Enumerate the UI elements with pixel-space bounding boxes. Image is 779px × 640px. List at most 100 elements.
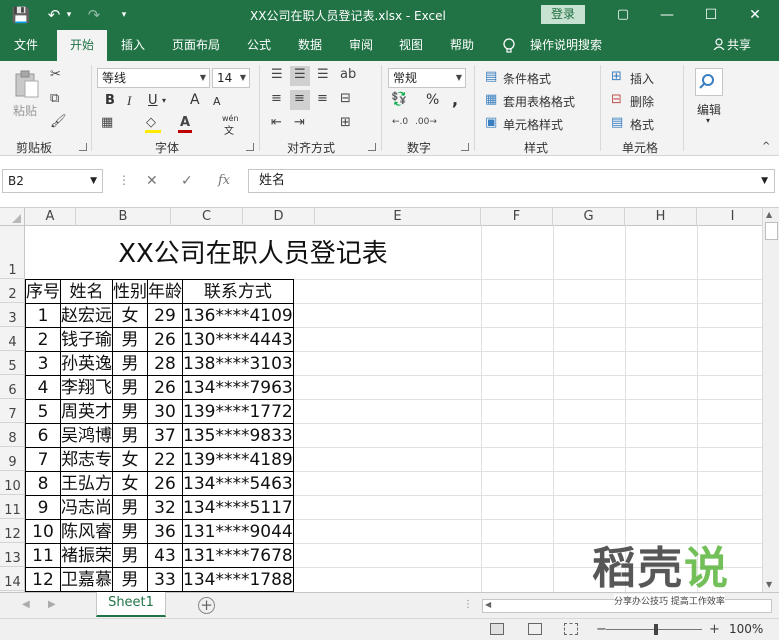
next-sheet-icon[interactable]: ▶ — [48, 599, 56, 610]
column-header-c[interactable]: C — [171, 208, 243, 226]
cell-name[interactable]: 赵宏远 — [60, 303, 113, 328]
close-icon[interactable]: ✕ — [740, 4, 770, 26]
align-top-icon[interactable]: ☰ — [271, 67, 283, 82]
tab-page-layout[interactable]: 页面布局 — [172, 30, 220, 61]
row-header-4[interactable]: 4 — [0, 327, 25, 351]
increase-indent-icon[interactable]: ⇥ — [294, 115, 305, 130]
row-header-14[interactable]: 14 — [0, 567, 25, 591]
cancel-entry-icon[interactable]: ✕ — [146, 173, 158, 189]
cell-index[interactable]: 4 — [25, 375, 61, 400]
cell-index[interactable]: 12 — [25, 567, 61, 592]
cell-gender[interactable]: 女 — [112, 447, 148, 472]
tab-split-grip-icon[interactable]: ⋮ — [463, 599, 473, 610]
formula-input[interactable]: 姓名 ▼ — [248, 169, 775, 193]
name-box[interactable]: B2 ▼ — [2, 169, 103, 193]
align-left-icon[interactable]: ≡ — [271, 91, 282, 106]
cell-age[interactable]: 26 — [147, 471, 183, 496]
shrink-font-button[interactable]: A — [213, 95, 221, 108]
editing-button[interactable] — [695, 68, 723, 96]
cell-name[interactable]: 李翔飞 — [60, 375, 113, 400]
cell-gender[interactable]: 男 — [112, 423, 148, 448]
cell-age[interactable]: 22 — [147, 447, 183, 472]
ribbon-display-options-icon[interactable]: ▢ — [608, 4, 638, 26]
cell-age[interactable]: 32 — [147, 495, 183, 520]
cell-index[interactable]: 8 — [25, 471, 61, 496]
add-sheet-icon[interactable]: + — [198, 597, 215, 614]
cell-age[interactable]: 43 — [147, 543, 183, 568]
cell-gender[interactable]: 男 — [112, 327, 148, 352]
undo-dropdown-icon[interactable]: ▾ — [64, 5, 74, 25]
scroll-up-icon[interactable]: ▲ — [766, 210, 772, 219]
row-header-11[interactable]: 11 — [0, 495, 25, 519]
comma-button[interactable]: , — [452, 90, 458, 109]
cell-name[interactable]: 吴鸿博 — [60, 423, 113, 448]
cell-name[interactable]: 褚振荣 — [60, 543, 113, 568]
cell-name[interactable]: 郑志专 — [60, 447, 113, 472]
cell-contact[interactable]: 134****1788 — [182, 567, 294, 592]
share-button[interactable]: 共享 — [713, 30, 751, 61]
cell-name[interactable]: 陈风睿 — [60, 519, 113, 544]
cell-name[interactable]: 孙英逸 — [60, 351, 113, 376]
cell-contact[interactable]: 135****9833 — [182, 423, 294, 448]
horizontal-scrollbar[interactable]: ◀ — [482, 599, 772, 613]
cell-index[interactable]: 10 — [25, 519, 61, 544]
select-all-corner[interactable] — [0, 208, 25, 226]
vertical-scrollbar[interactable]: ▲ ▼ — [762, 208, 779, 592]
tab-view[interactable]: 视图 — [399, 30, 423, 61]
cell-index[interactable]: 6 — [25, 423, 61, 448]
cell-gender[interactable]: 男 — [112, 519, 148, 544]
scroll-thumb[interactable] — [765, 222, 778, 240]
row-header-6[interactable]: 6 — [0, 375, 25, 399]
page-break-view-icon[interactable] — [564, 623, 578, 635]
tell-me-search[interactable]: 操作说明搜索 — [530, 30, 602, 61]
font-name-dropdown[interactable]: 等线 ▼ — [97, 68, 210, 88]
row-header-12[interactable]: 12 — [0, 519, 25, 543]
underline-button[interactable]: U — [148, 93, 158, 108]
orientation-icon[interactable]: ab — [340, 67, 356, 82]
row-header-9[interactable]: 9 — [0, 447, 25, 471]
cell-gender[interactable]: 男 — [112, 351, 148, 376]
decrease-indent-icon[interactable]: ⇤ — [271, 115, 282, 130]
zoom-slider-knob[interactable] — [654, 624, 658, 635]
currency-icon[interactable]: 💱 — [391, 92, 407, 107]
save-icon[interactable]: 💾 — [10, 5, 32, 25]
number-format-dropdown[interactable]: 常规 ▼ — [388, 68, 466, 88]
number-launcher-icon[interactable] — [461, 143, 469, 151]
cell-contact[interactable]: 139****4189 — [182, 447, 294, 472]
cell-age[interactable]: 36 — [147, 519, 183, 544]
cell-gender[interactable]: 男 — [112, 495, 148, 520]
column-header-e[interactable]: E — [315, 208, 481, 226]
cell-name[interactable]: 钱子瑜 — [60, 327, 113, 352]
cell-gender[interactable]: 男 — [112, 543, 148, 568]
zoom-level[interactable]: 100% — [729, 622, 763, 636]
cell-age[interactable]: 26 — [147, 375, 183, 400]
increase-decimal-icon[interactable]: ←.0 — [392, 117, 408, 127]
alignment-launcher-icon[interactable] — [368, 143, 376, 151]
cell-styles-button[interactable]: 单元格样式 — [503, 116, 563, 133]
header-cell-name[interactable]: 姓名 — [60, 279, 113, 304]
conditional-format-button[interactable]: 条件格式 — [503, 70, 551, 87]
column-header-b[interactable]: B — [76, 208, 171, 226]
cell-contact[interactable]: 138****3103 — [182, 351, 294, 376]
cell-gender[interactable]: 男 — [112, 375, 148, 400]
scroll-down-icon[interactable]: ▼ — [766, 580, 772, 589]
cell-index[interactable]: 1 — [25, 303, 61, 328]
column-header-a[interactable]: A — [25, 208, 76, 226]
row-header-10[interactable]: 10 — [0, 471, 25, 495]
font-size-dropdown[interactable]: 14 ▼ — [212, 68, 250, 88]
cell-contact[interactable]: 134****7963 — [182, 375, 294, 400]
tab-data[interactable]: 数据 — [298, 30, 322, 61]
cell-index[interactable]: 2 — [25, 327, 61, 352]
paste-icon[interactable] — [14, 69, 40, 99]
cell-name[interactable]: 周英才 — [60, 399, 113, 424]
login-button[interactable]: 登录 — [541, 5, 585, 24]
row-header-8[interactable]: 8 — [0, 423, 25, 447]
scroll-left-icon[interactable]: ◀ — [485, 600, 491, 609]
tab-formulas[interactable]: 公式 — [247, 30, 271, 61]
header-cell-age[interactable]: 年龄 — [147, 279, 183, 304]
cell-contact[interactable]: 139****1772 — [182, 399, 294, 424]
cell-gender[interactable]: 女 — [112, 471, 148, 496]
font-color-icon[interactable]: A — [180, 115, 190, 130]
percent-button[interactable]: % — [426, 92, 439, 108]
cell-contact[interactable]: 131****9044 — [182, 519, 294, 544]
